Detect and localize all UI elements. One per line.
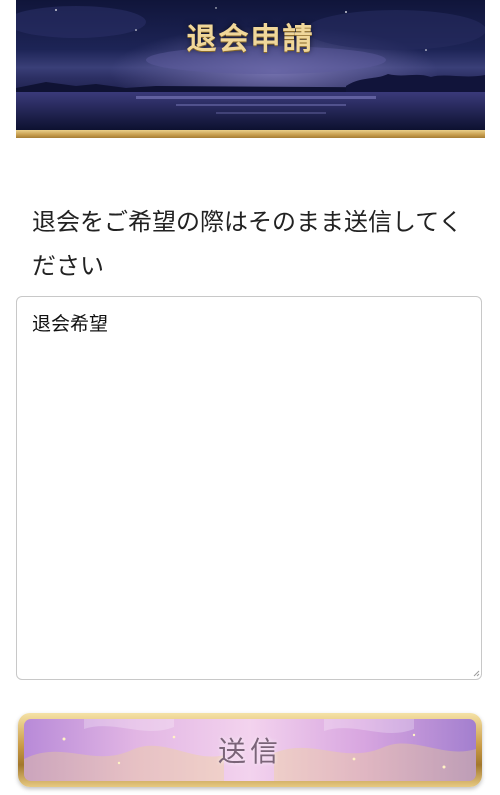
resize-grip-icon[interactable] — [472, 669, 480, 677]
banner-gold-border — [16, 130, 485, 138]
withdrawal-page: 退会申請 退会をご希望の際はそのまま送信してください 送信 — [0, 0, 500, 795]
instruction-text: 退会をご希望の際はそのまま送信してください — [32, 208, 463, 280]
submit-button[interactable]: 送信 — [18, 713, 482, 787]
withdrawal-message-textarea[interactable] — [16, 296, 482, 680]
page-title: 退会申請 — [186, 22, 315, 57]
submit-button-label: 送信 — [217, 735, 282, 768]
submit-button-face: 送信 — [24, 719, 476, 781]
header-banner: 退会申請 — [16, 0, 485, 130]
